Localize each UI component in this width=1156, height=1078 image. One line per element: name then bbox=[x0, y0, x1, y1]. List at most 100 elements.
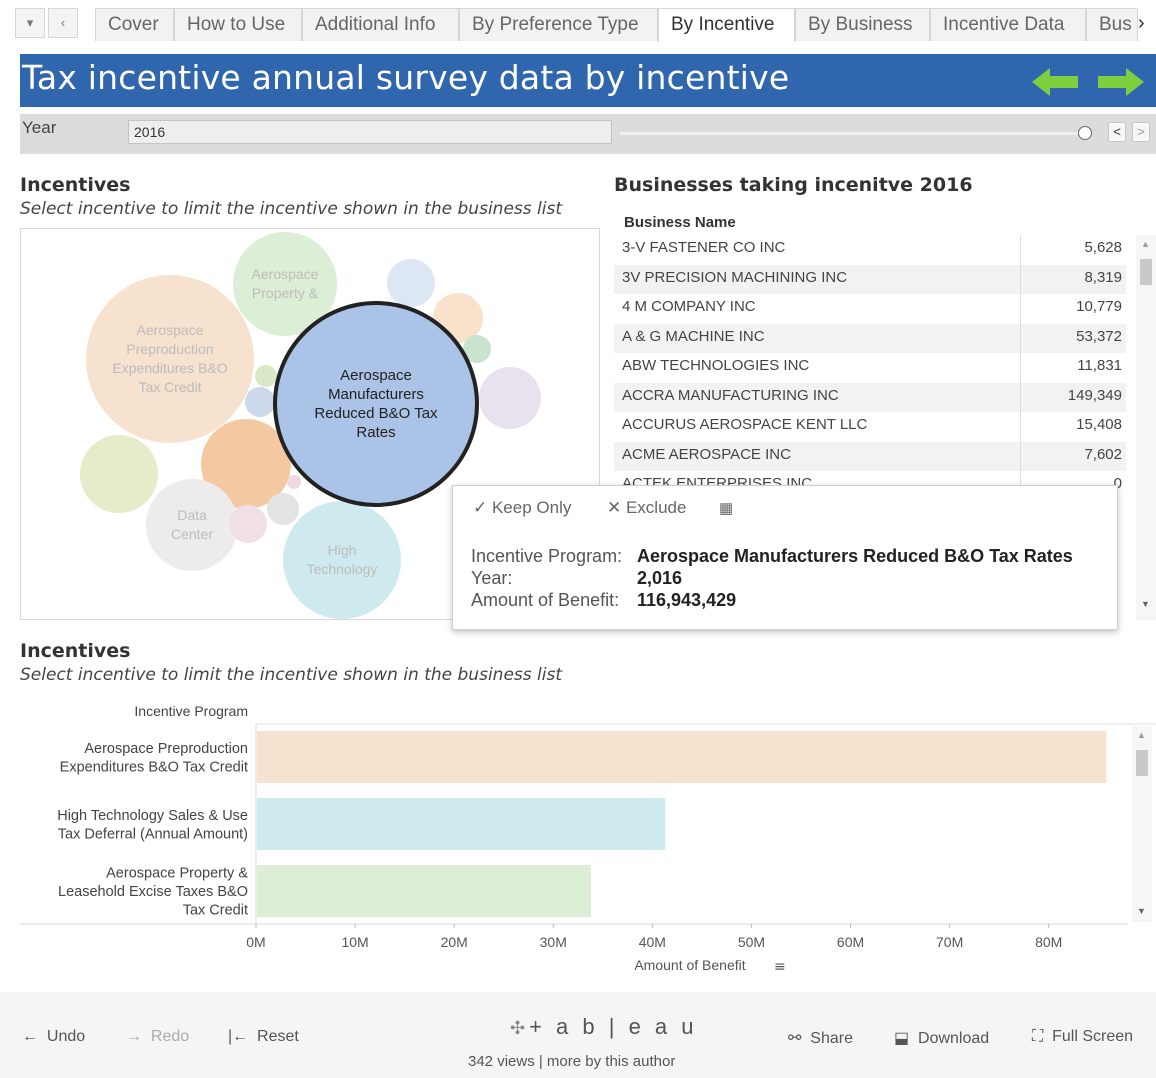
full-screen-icon: ⛶ bbox=[1032, 1028, 1053, 1045]
bar-2[interactable] bbox=[257, 865, 591, 917]
bar-chart-svg: Incentive Program Aerospace Preproduction… bbox=[20, 703, 1156, 975]
x-tick-label: 70M bbox=[936, 934, 963, 950]
bubble-label: Aerospace Manufacturers Reduced B&O Tax … bbox=[314, 367, 438, 441]
year-filter-value[interactable]: 2016 bbox=[128, 120, 612, 144]
row-header-label: Incentive Program bbox=[134, 703, 248, 719]
share-button[interactable]: ⚯ Share bbox=[788, 1028, 853, 1048]
year-next-button[interactable]: > bbox=[1132, 122, 1150, 142]
year-slider-track[interactable] bbox=[620, 132, 1080, 135]
scroll-up-icon[interactable]: ▲ bbox=[1137, 730, 1146, 740]
undo-button[interactable]: ← Undo bbox=[22, 1028, 85, 1046]
tableau-cross-icon: ✣ bbox=[510, 1018, 530, 1038]
bubble-incentive[interactable] bbox=[479, 367, 541, 429]
business-name-column-header[interactable]: Business Name bbox=[624, 214, 736, 231]
arrow-left-icon: ← bbox=[22, 1028, 47, 1045]
exclude-button[interactable]: ✕ Exclude bbox=[607, 498, 686, 518]
bubble-incentive[interactable] bbox=[267, 493, 299, 525]
business-amount: 5,628 bbox=[1084, 239, 1122, 256]
tab-by-preference-type[interactable]: By Preference Type bbox=[459, 8, 658, 41]
exclude-label: Exclude bbox=[625, 498, 687, 517]
reset-button[interactable]: |← Reset bbox=[228, 1028, 299, 1046]
tab-how-to-use[interactable]: How to Use bbox=[174, 8, 302, 41]
table-row[interactable]: ACCURUS AEROSPACE KENT LLC 15,408 bbox=[614, 412, 1126, 442]
tooltip-value-program: Aerospace Manufacturers Reduced B&O Tax … bbox=[637, 546, 1073, 566]
bubble-incentive[interactable] bbox=[387, 259, 435, 307]
table-row[interactable]: 3V PRECISION MACHINING INC 8,319 bbox=[614, 264, 1126, 294]
bubble-label: Data Center bbox=[170, 507, 214, 542]
business-name: 3-V FASTENER CO INC bbox=[622, 239, 786, 256]
tab-business-truncated[interactable]: Bus bbox=[1086, 8, 1138, 41]
tableau-logo[interactable]: ✣+ a b | e a u bbox=[510, 1014, 698, 1040]
scrollbar-thumb[interactable] bbox=[1140, 259, 1152, 285]
dashboard-title-band: Tax incentive annual survey data by ince… bbox=[20, 54, 1156, 107]
x-tick-label: 20M bbox=[441, 934, 468, 950]
bubble-label: High Technology bbox=[306, 542, 378, 577]
business-rows: 3-V FASTENER CO INC 5,628 3V PRECISION MA… bbox=[614, 235, 1126, 501]
redo-label: Redo bbox=[150, 1028, 190, 1045]
tab-scroll-left-button[interactable]: ‹ bbox=[48, 8, 78, 38]
category-label: Expenditures B&O Tax Credit bbox=[60, 759, 248, 775]
scrollbar-thumb[interactable] bbox=[1136, 750, 1148, 776]
tab-by-incentive[interactable]: By Incentive bbox=[658, 8, 795, 42]
bubble-incentive[interactable] bbox=[80, 435, 158, 513]
x-icon: ✕ bbox=[607, 498, 626, 517]
table-row[interactable]: ABW TECHNOLOGIES INC 11,831 bbox=[614, 353, 1126, 383]
x-tick-label: 50M bbox=[738, 934, 765, 950]
business-name: ACCRA MANUFACTURING INC bbox=[622, 386, 839, 404]
table-row[interactable]: A & G MACHINE INC 53,372 bbox=[614, 323, 1126, 353]
undo-label: Undo bbox=[46, 1028, 86, 1045]
tab-additional-info[interactable]: Additional Info bbox=[302, 8, 459, 41]
bubble-data-center[interactable]: Data Center bbox=[146, 479, 238, 571]
download-button[interactable]: ⬓ Download bbox=[894, 1028, 989, 1048]
business-name: 4 M COMPANY INC bbox=[622, 298, 756, 315]
bubble-incentive[interactable] bbox=[229, 505, 267, 543]
redo-button[interactable]: → Redo bbox=[126, 1028, 189, 1046]
table-row[interactable]: ACCRA MANUFACTURING INC 149,349 bbox=[614, 382, 1126, 412]
bar-1[interactable] bbox=[257, 798, 666, 850]
share-icon: ⚯ bbox=[788, 1030, 811, 1047]
full-screen-button[interactable]: ⛶ Full Screen bbox=[1032, 1028, 1133, 1046]
scroll-down-icon[interactable]: ▼ bbox=[1141, 599, 1150, 609]
year-prev-button[interactable]: < bbox=[1108, 122, 1126, 142]
tab-incentive-data[interactable]: Incentive Data bbox=[930, 8, 1086, 41]
back-arrow-icon[interactable] bbox=[1032, 66, 1080, 98]
keep-only-button[interactable]: ✓ Keep Only bbox=[473, 498, 571, 518]
bar-section-title: Incentives bbox=[20, 640, 131, 662]
scroll-up-icon[interactable]: ▲ bbox=[1141, 239, 1150, 249]
table-row[interactable]: ACME AEROSPACE INC 7,602 bbox=[614, 441, 1126, 471]
bubble-incentive[interactable] bbox=[255, 365, 277, 387]
bubble-section-title: Incentives bbox=[20, 174, 131, 196]
bar-0[interactable] bbox=[257, 731, 1107, 783]
tab-list-dropdown-button[interactable]: ▾ bbox=[15, 8, 45, 38]
business-name: ACME AEROSPACE INC bbox=[622, 445, 791, 463]
bubble-incentive[interactable] bbox=[287, 475, 301, 489]
arrow-right-icon: → bbox=[126, 1028, 151, 1045]
tableau-toolbar: ← Undo → Redo |← Reset ✣+ a b | e a u 34… bbox=[0, 992, 1156, 1078]
tab-scroll-right-button[interactable]: › bbox=[1138, 12, 1145, 35]
year-slider-handle[interactable] bbox=[1078, 126, 1092, 140]
bar-chart-scrollbar[interactable]: ▲ ▼ bbox=[1132, 726, 1152, 922]
tooltip-label-year: Year: bbox=[471, 568, 513, 588]
forward-arrow-icon[interactable] bbox=[1096, 66, 1144, 98]
business-amount: 8,319 bbox=[1084, 268, 1122, 286]
x-tick-label: 10M bbox=[341, 934, 368, 950]
views-count[interactable]: 342 views | more by this author bbox=[468, 1053, 675, 1070]
year-filter-label: Year bbox=[22, 118, 57, 137]
bubble-incentive[interactable] bbox=[245, 387, 275, 417]
tab-cover[interactable]: Cover bbox=[95, 8, 174, 41]
bubble-aerospace-manufacturers-selected[interactable]: Aerospace Manufacturers Reduced B&O Tax … bbox=[273, 301, 479, 507]
scroll-down-icon[interactable]: ▼ bbox=[1137, 906, 1146, 916]
bubble-aerospace-preproduction[interactable]: Aerospace Preproduction Expenditures B&O… bbox=[86, 275, 254, 443]
category-label: Tax Credit bbox=[183, 903, 248, 919]
tableau-wordmark: + a b | e a u bbox=[529, 1014, 698, 1039]
business-table-scrollbar[interactable]: ▲ ▼ bbox=[1136, 235, 1156, 620]
category-label: Tax Deferral (Annual Amount) bbox=[58, 826, 248, 842]
table-row[interactable]: 3-V FASTENER CO INC 5,628 bbox=[614, 235, 1126, 265]
business-amount: 7,602 bbox=[1084, 445, 1122, 463]
tab-by-business[interactable]: By Business bbox=[795, 8, 930, 41]
view-data-icon[interactable]: ▦ bbox=[719, 499, 733, 517]
x-tick-label: 30M bbox=[540, 934, 567, 950]
bubble-high-technology[interactable]: High Technology bbox=[283, 501, 401, 619]
table-row[interactable]: 4 M COMPANY INC 10,779 bbox=[614, 294, 1126, 324]
download-label: Download bbox=[918, 1030, 990, 1047]
